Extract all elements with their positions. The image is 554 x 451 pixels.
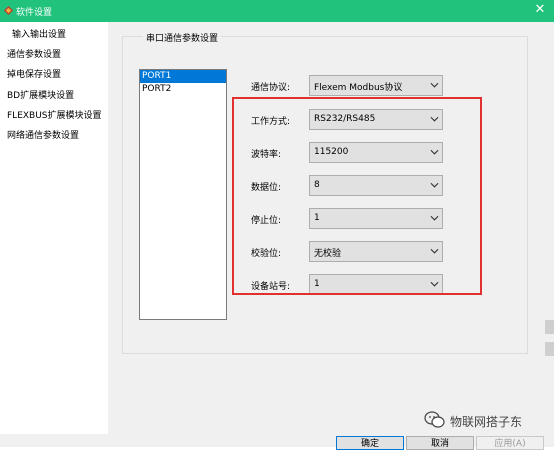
title-bar: 软件设置 ✕ <box>0 0 554 22</box>
group-title: 串口通信参数设置 <box>143 31 222 44</box>
protocol-value: Flexem Modbus协议 <box>314 83 403 93</box>
port-item-port2[interactable]: PORT2 <box>140 83 226 96</box>
app-icon <box>4 6 13 15</box>
cancel-button[interactable]: 取消 <box>406 436 474 450</box>
ok-button[interactable]: 确定 <box>336 436 404 450</box>
protocol-select[interactable]: Flexem Modbus协议 <box>309 75 443 96</box>
chevron-down-icon <box>430 82 439 88</box>
nav-item-comm-params[interactable]: 通信参数设置 <box>7 47 61 60</box>
right-scroll-area[interactable] <box>536 22 554 434</box>
nav-item-network-params[interactable]: 网络通信参数设置 <box>7 128 79 141</box>
window-title: 软件设置 <box>16 8 53 18</box>
watermark-text: 物联网搭子东 <box>450 415 523 429</box>
nav-item-flexbus-module[interactable]: FLEXBUS扩展模块设置 <box>7 108 102 121</box>
port-item-port1[interactable]: PORT1 <box>140 70 226 83</box>
highlight-box <box>232 97 482 295</box>
watermark: 物联网搭子东 <box>424 410 554 432</box>
nav-item-power-fail-save[interactable]: 掉电保存设置 <box>7 67 61 80</box>
protocol-label: 通信协议: <box>251 83 291 93</box>
nav-item-bd-module[interactable]: BD扩展模块设置 <box>7 88 74 101</box>
nav-item-io-settings[interactable]: 输入输出设置 <box>12 27 66 40</box>
scroll-thumb-lower[interactable] <box>545 342 554 356</box>
port-list[interactable]: PORT1 PORT2 <box>139 69 227 320</box>
scroll-thumb[interactable] <box>545 320 554 334</box>
wechat-icon <box>424 411 445 428</box>
settings-nav: 输入输出设置 通信参数设置 掉电保存设置 BD扩展模块设置 FLEXBUS扩展模… <box>0 22 108 447</box>
close-icon[interactable]: ✕ <box>532 2 548 18</box>
apply-button[interactable]: 应用(A) <box>476 436 544 450</box>
